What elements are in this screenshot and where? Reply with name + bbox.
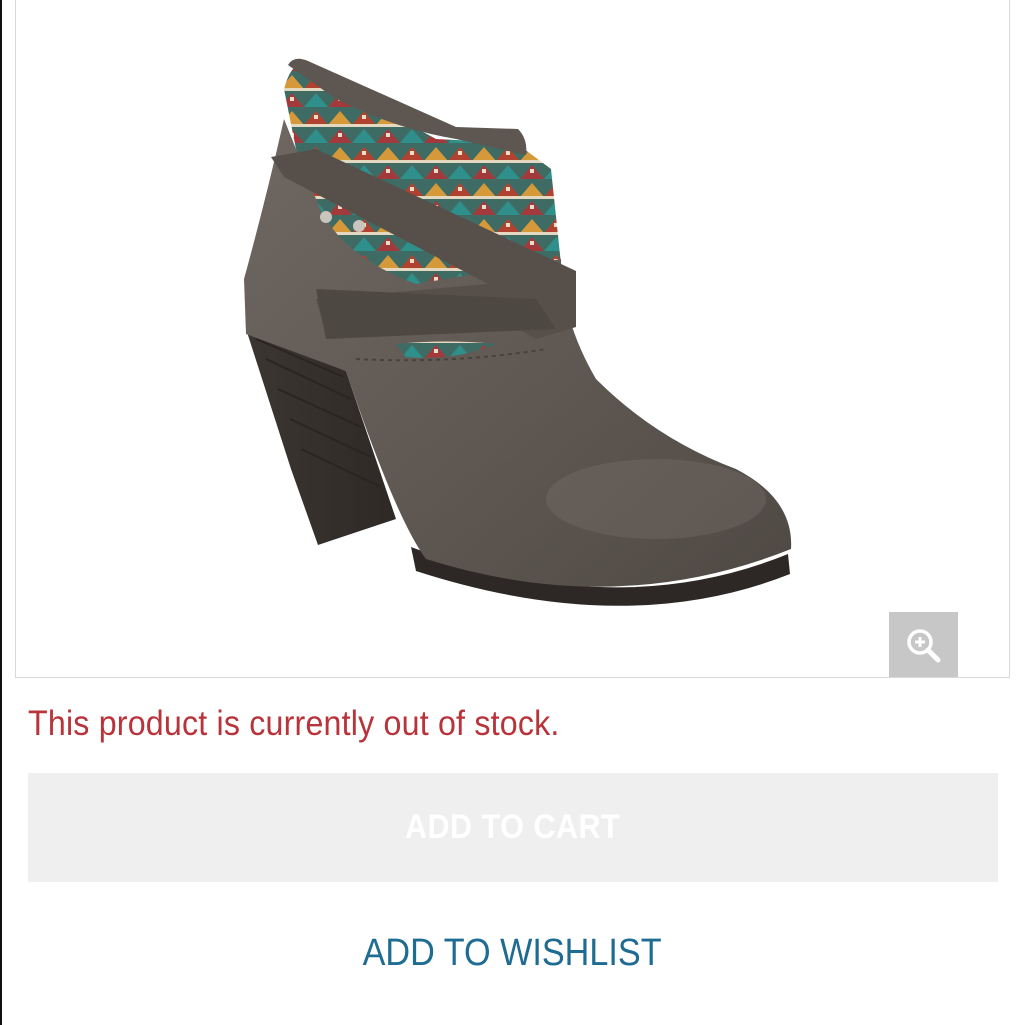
out-of-stock-message: This product is currently out of stock.	[28, 704, 560, 743]
product-page: This product is currently out of stock. …	[0, 0, 1025, 1025]
add-to-wishlist-label: ADD TO WISHLIST	[363, 932, 662, 974]
zoom-in-icon	[906, 628, 940, 662]
add-to-wishlist-link[interactable]: ADD TO WISHLIST	[0, 932, 1025, 975]
product-image-frame	[15, 0, 1010, 678]
add-to-cart-button[interactable]: ADD TO CART	[28, 773, 998, 882]
add-to-cart-label: ADD TO CART	[405, 808, 621, 846]
zoom-button[interactable]	[889, 612, 958, 677]
product-image[interactable]	[16, 0, 1010, 678]
left-border	[0, 0, 2, 1025]
